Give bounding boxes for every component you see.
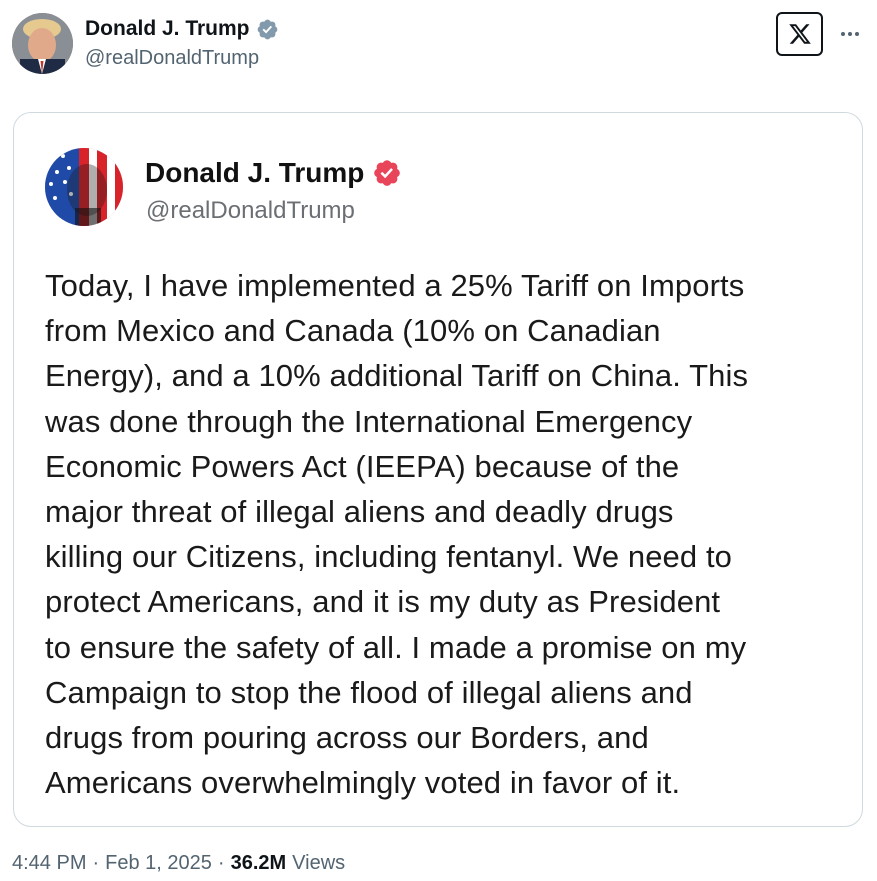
post-body-text: Today, I have implemented a 25% Tariff o… bbox=[45, 268, 749, 801]
embedded-post-card[interactable]: Donald J. Trump @realDonaldTrump Today, … bbox=[13, 112, 863, 827]
meta-separator: · bbox=[92, 852, 100, 874]
embedded-author-name-row: Donald J. Trump bbox=[145, 155, 402, 191]
views-count[interactable]: 36.2M bbox=[231, 852, 287, 875]
views-label[interactable]: Views bbox=[292, 852, 345, 875]
timestamp[interactable]: 4:44 PM bbox=[12, 852, 86, 875]
embedded-author-name: Donald J. Trump bbox=[145, 157, 365, 188]
more-options-button[interactable] bbox=[835, 22, 865, 46]
profile-photo-icon bbox=[12, 13, 73, 74]
author-name-row: Donald J. Trump bbox=[85, 15, 279, 43]
post-date[interactable]: Feb 1, 2025 bbox=[105, 852, 212, 875]
author-handle[interactable]: @realDonaldTrump bbox=[85, 47, 259, 70]
author-name[interactable]: Donald J. Trump bbox=[85, 17, 250, 41]
more-icon bbox=[841, 32, 859, 36]
author-avatar[interactable] bbox=[12, 13, 73, 74]
flag-portrait-avatar-icon bbox=[45, 148, 123, 226]
tweet-page: Donald J. Trump @realDonaldTrump Donald … bbox=[0, 0, 877, 881]
embedded-author-avatar bbox=[45, 148, 123, 226]
verified-badge-icon bbox=[256, 18, 279, 41]
meta-separator: · bbox=[217, 852, 225, 874]
tweet-meta: 4:44 PM · Feb 1, 2025 · 36.2M Views bbox=[12, 852, 345, 875]
x-logo-icon[interactable] bbox=[776, 12, 823, 56]
embedded-author-handle: @realDonaldTrump bbox=[146, 197, 355, 224]
verified-badge-icon bbox=[372, 158, 402, 188]
